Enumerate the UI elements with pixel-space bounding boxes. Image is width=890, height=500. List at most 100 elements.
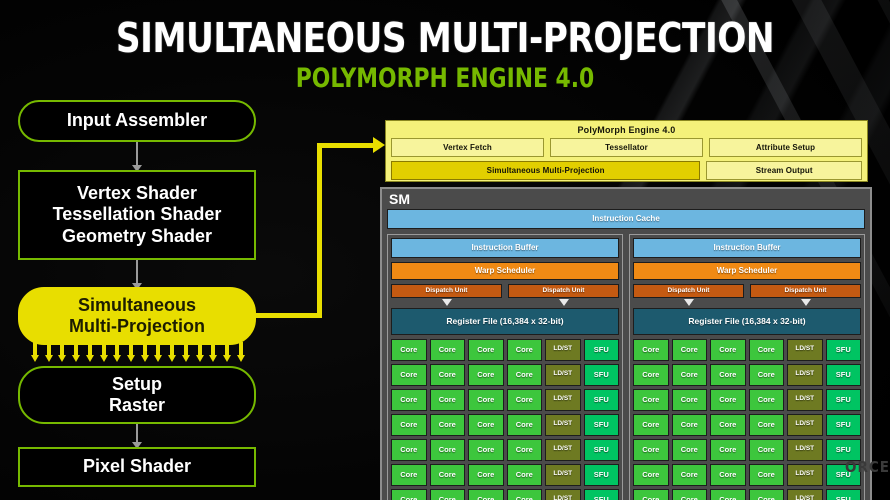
ldst-unit[interactable]: LD/ST bbox=[545, 338, 581, 361]
ldst-unit[interactable]: LD/ST bbox=[545, 413, 581, 436]
ldst-unit[interactable]: LD/ST bbox=[545, 388, 581, 411]
core-unit[interactable]: Core bbox=[710, 338, 746, 361]
sfu-unit[interactable]: SFU bbox=[583, 363, 619, 386]
polymorph-cell-stream-output[interactable]: Stream Output bbox=[706, 161, 862, 180]
core-unit[interactable]: Core bbox=[748, 413, 784, 436]
core-unit[interactable]: Core bbox=[429, 488, 465, 500]
ldst-unit[interactable]: LD/ST bbox=[545, 438, 581, 461]
core-unit[interactable]: Core bbox=[429, 388, 465, 411]
sfu-unit[interactable]: SFU bbox=[583, 413, 619, 436]
dispatch-unit-block[interactable]: Dispatch Unit bbox=[633, 283, 744, 298]
core-unit[interactable]: Core bbox=[748, 388, 784, 411]
core-unit[interactable]: Core bbox=[671, 413, 707, 436]
core-unit[interactable]: Core bbox=[506, 463, 542, 486]
core-unit[interactable]: Core bbox=[429, 363, 465, 386]
sfu-unit[interactable]: SFU bbox=[583, 463, 619, 486]
core-unit[interactable]: Core bbox=[633, 388, 669, 411]
core-unit[interactable]: Core bbox=[391, 388, 427, 411]
core-unit[interactable]: Core bbox=[710, 413, 746, 436]
core-unit[interactable]: Core bbox=[468, 463, 504, 486]
polymorph-cell-vertex-fetch[interactable]: Vertex Fetch bbox=[391, 138, 544, 157]
ldst-unit[interactable]: LD/ST bbox=[545, 488, 581, 500]
dispatch-unit-block[interactable]: Dispatch Unit bbox=[750, 283, 861, 298]
core-unit[interactable]: Core bbox=[468, 388, 504, 411]
core-unit[interactable]: Core bbox=[506, 438, 542, 461]
dispatch-unit-block[interactable]: Dispatch Unit bbox=[508, 283, 619, 298]
polymorph-cell-simultaneous-multi-projection[interactable]: Simultaneous Multi-Projection bbox=[391, 161, 701, 180]
core-unit[interactable]: Core bbox=[748, 363, 784, 386]
sfu-unit[interactable]: SFU bbox=[825, 488, 861, 500]
core-unit[interactable]: Core bbox=[468, 413, 504, 436]
ldst-unit[interactable]: LD/ST bbox=[545, 363, 581, 386]
warp-scheduler-block[interactable]: Warp Scheduler bbox=[391, 261, 619, 280]
core-unit[interactable]: Core bbox=[429, 438, 465, 461]
core-unit[interactable]: Core bbox=[391, 413, 427, 436]
core-unit[interactable]: Core bbox=[748, 488, 784, 500]
core-unit[interactable]: Core bbox=[671, 363, 707, 386]
dispatch-unit-block[interactable]: Dispatch Unit bbox=[391, 283, 502, 298]
core-unit[interactable]: Core bbox=[671, 438, 707, 461]
core-unit[interactable]: Core bbox=[429, 413, 465, 436]
sfu-unit[interactable]: SFU bbox=[583, 488, 619, 500]
register-file-block[interactable]: Register File (16,384 x 32-bit) bbox=[633, 307, 861, 335]
core-unit[interactable]: Core bbox=[748, 338, 784, 361]
core-unit[interactable]: Core bbox=[506, 363, 542, 386]
core-unit[interactable]: Core bbox=[506, 488, 542, 500]
sfu-unit[interactable]: SFU bbox=[583, 438, 619, 461]
warp-scheduler-block[interactable]: Warp Scheduler bbox=[633, 261, 861, 280]
core-unit[interactable]: Core bbox=[506, 413, 542, 436]
core-unit[interactable]: Core bbox=[710, 363, 746, 386]
core-unit[interactable]: Core bbox=[391, 438, 427, 461]
core-unit[interactable]: Core bbox=[429, 338, 465, 361]
core-unit[interactable]: Core bbox=[506, 338, 542, 361]
ldst-unit[interactable]: LD/ST bbox=[545, 463, 581, 486]
core-unit[interactable]: Core bbox=[391, 488, 427, 500]
core-unit[interactable]: Core bbox=[671, 488, 707, 500]
instruction-buffer-block[interactable]: Instruction Buffer bbox=[633, 237, 861, 258]
polymorph-cell-attribute-setup[interactable]: Attribute Setup bbox=[709, 138, 862, 157]
flow-node-simultaneous-multi-projection[interactable]: Simultaneous Multi-Projection bbox=[18, 287, 256, 345]
flow-node-pixel-shader[interactable]: Pixel Shader bbox=[18, 447, 256, 487]
core-unit[interactable]: Core bbox=[633, 338, 669, 361]
core-unit[interactable]: Core bbox=[710, 438, 746, 461]
core-unit[interactable]: Core bbox=[710, 388, 746, 411]
core-unit[interactable]: Core bbox=[468, 363, 504, 386]
core-unit[interactable]: Core bbox=[468, 338, 504, 361]
core-unit[interactable]: Core bbox=[671, 463, 707, 486]
sfu-unit[interactable]: SFU bbox=[825, 338, 861, 361]
ldst-unit[interactable]: LD/ST bbox=[787, 463, 823, 486]
core-unit[interactable]: Core bbox=[429, 463, 465, 486]
core-unit[interactable]: Core bbox=[633, 363, 669, 386]
core-unit[interactable]: Core bbox=[710, 463, 746, 486]
ldst-unit[interactable]: LD/ST bbox=[787, 388, 823, 411]
ldst-unit[interactable]: LD/ST bbox=[787, 338, 823, 361]
core-unit[interactable]: Core bbox=[391, 363, 427, 386]
sfu-unit[interactable]: SFU bbox=[825, 388, 861, 411]
register-file-block[interactable]: Register File (16,384 x 32-bit) bbox=[391, 307, 619, 335]
instruction-cache-block[interactable]: Instruction Cache bbox=[387, 208, 865, 229]
core-unit[interactable]: Core bbox=[468, 438, 504, 461]
core-unit[interactable]: Core bbox=[748, 438, 784, 461]
core-unit[interactable]: Core bbox=[468, 488, 504, 500]
polymorph-cell-tessellator[interactable]: Tessellator bbox=[550, 138, 703, 157]
flow-node-input-assembler[interactable]: Input Assembler bbox=[18, 100, 256, 142]
core-unit[interactable]: Core bbox=[748, 463, 784, 486]
sfu-unit[interactable]: SFU bbox=[583, 388, 619, 411]
core-unit[interactable]: Core bbox=[710, 488, 746, 500]
core-unit[interactable]: Core bbox=[506, 388, 542, 411]
ldst-unit[interactable]: LD/ST bbox=[787, 413, 823, 436]
core-unit[interactable]: Core bbox=[633, 463, 669, 486]
core-unit[interactable]: Core bbox=[671, 338, 707, 361]
flow-node-shader-stages[interactable]: Vertex Shader Tessellation Shader Geomet… bbox=[18, 170, 256, 260]
sfu-unit[interactable]: SFU bbox=[583, 338, 619, 361]
ldst-unit[interactable]: LD/ST bbox=[787, 438, 823, 461]
core-unit[interactable]: Core bbox=[633, 438, 669, 461]
core-unit[interactable]: Core bbox=[391, 338, 427, 361]
sfu-unit[interactable]: SFU bbox=[825, 413, 861, 436]
core-unit[interactable]: Core bbox=[671, 388, 707, 411]
core-unit[interactable]: Core bbox=[633, 413, 669, 436]
ldst-unit[interactable]: LD/ST bbox=[787, 363, 823, 386]
core-unit[interactable]: Core bbox=[391, 463, 427, 486]
core-unit[interactable]: Core bbox=[633, 488, 669, 500]
instruction-buffer-block[interactable]: Instruction Buffer bbox=[391, 237, 619, 258]
